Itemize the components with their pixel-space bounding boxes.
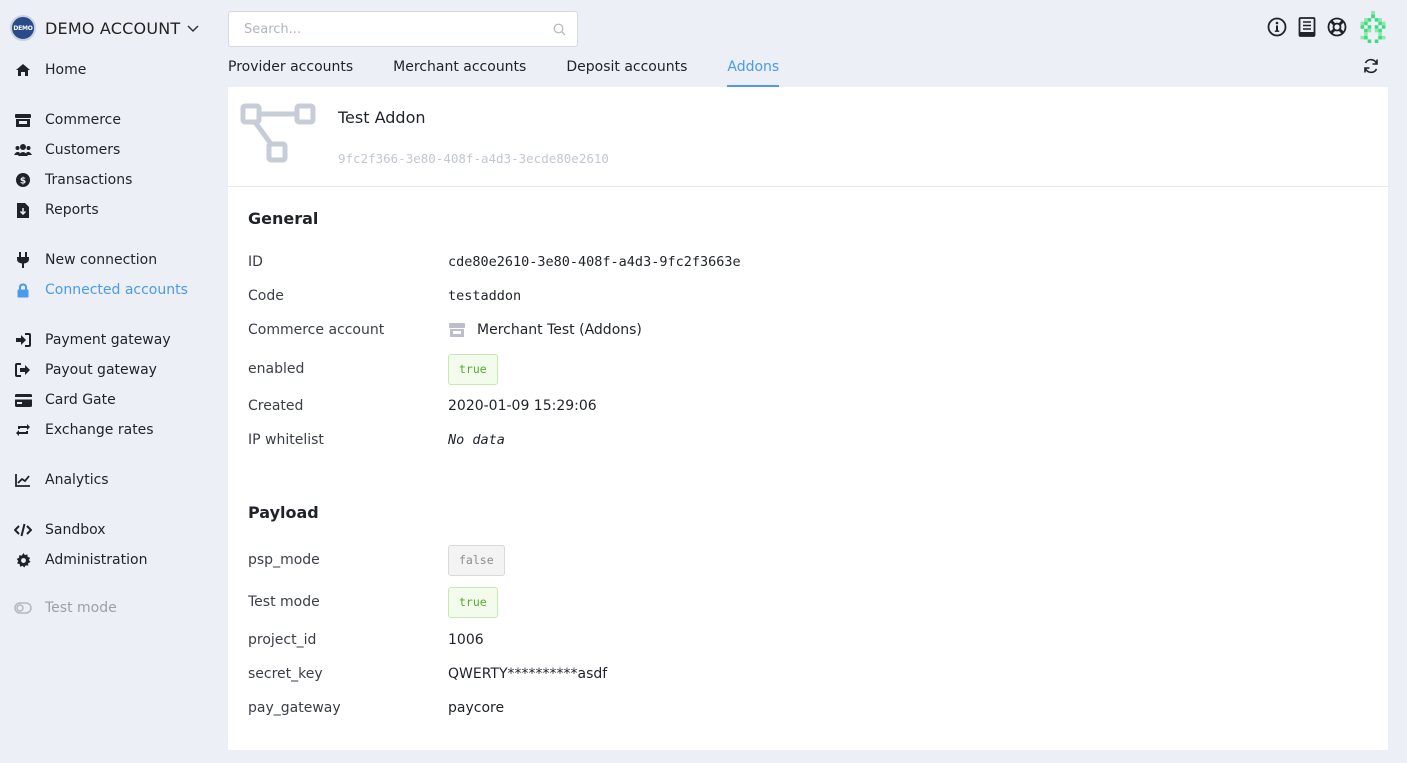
info-icon[interactable] <box>1266 16 1288 38</box>
field-value: cde80e2610-3e80-408f-a4d3-9fc2f3663e <box>448 254 741 270</box>
field-value: QWERTY**********asdf <box>448 666 608 682</box>
addon-title: Test Addon <box>338 108 426 127</box>
field-secret-key: secret_key QWERTY**********asdf <box>248 662 1348 686</box>
sidebar-item-analytics[interactable]: Analytics <box>14 469 109 491</box>
gear-icon <box>14 551 32 569</box>
search-icon[interactable] <box>553 23 566 36</box>
dollar-circle-icon: $ <box>14 171 32 189</box>
sign-out-icon <box>14 361 32 379</box>
sidebar-item-customers[interactable]: Customers <box>14 139 120 161</box>
sign-in-icon <box>14 331 32 349</box>
sidebar-item-card-gate[interactable]: Card Gate <box>14 389 116 411</box>
sidebar-item-connected-accounts[interactable]: Connected accounts <box>14 279 188 301</box>
field-label: secret_key <box>248 666 323 682</box>
field-label: pay_gateway <box>248 700 341 716</box>
tab-merchant-accounts[interactable]: Merchant accounts <box>393 57 526 87</box>
top-toolbar <box>1258 11 1389 43</box>
store-icon <box>14 111 32 129</box>
test-mode-badge: true <box>448 586 498 618</box>
chevron-down-icon <box>187 25 199 33</box>
plug-icon <box>14 251 32 269</box>
field-value: paycore <box>448 700 505 716</box>
field-project-id: project_id 1006 <box>248 628 1348 652</box>
field-pay-gateway: pay_gateway paycore <box>248 696 1348 720</box>
enabled-badge: true <box>448 353 498 385</box>
addon-detail-panel: Test Addon 9fc2f366-3e80-408f-a4d3-3ecde… <box>228 87 1388 750</box>
code-icon <box>14 521 32 539</box>
field-label: IP whitelist <box>248 432 324 448</box>
field-value: No data <box>448 432 505 448</box>
sidebar-item-sandbox[interactable]: Sandbox <box>14 519 106 541</box>
field-created: Created 2020-01-09 15:29:06 <box>248 394 1348 418</box>
field-test-mode: Test mode true <box>248 586 1348 618</box>
documentation-icon[interactable] <box>1296 16 1318 38</box>
sidebar-item-exchange-rates[interactable]: Exchange rates <box>14 419 154 441</box>
file-download-icon <box>14 201 32 219</box>
sidebar: DEMO DEMO ACCOUNT Home Commerce Customer… <box>0 0 215 763</box>
sidebar-item-payout-gateway[interactable]: Payout gateway <box>14 359 157 381</box>
sidebar-item-administration[interactable]: Administration <box>14 549 147 571</box>
sidebar-item-reports[interactable]: Reports <box>14 199 99 221</box>
psp-mode-badge: false <box>448 544 505 576</box>
account-logo: DEMO <box>10 15 36 41</box>
exchange-icon <box>14 421 32 439</box>
lock-icon <box>14 281 32 299</box>
sidebar-item-payment-gateway[interactable]: Payment gateway <box>14 329 171 351</box>
sidebar-item-transactions[interactable]: $ Transactions <box>14 169 132 191</box>
field-label: Code <box>248 288 284 304</box>
sidebar-item-test-mode[interactable]: Test mode <box>14 597 117 619</box>
field-commerce-account: Commerce account Merchant Test (Addons) <box>248 318 1348 342</box>
field-value: 2020-01-09 15:29:06 <box>448 398 597 414</box>
commerce-account-name: Merchant Test (Addons) <box>477 322 642 338</box>
tab-deposit-accounts[interactable]: Deposit accounts <box>566 57 687 87</box>
field-code: Code testaddon <box>248 284 1348 308</box>
commerce-account-link[interactable]: Merchant Test (Addons) <box>448 322 642 338</box>
addon-uuid: 9fc2f366-3e80-408f-a4d3-3ecde80e2610 <box>338 151 609 166</box>
account-name: DEMO ACCOUNT <box>45 18 181 38</box>
toggle-off-icon <box>14 599 32 617</box>
tab-provider-accounts[interactable]: Provider accounts <box>228 57 353 87</box>
field-value: testaddon <box>448 288 522 304</box>
addon-header: Test Addon 9fc2f366-3e80-408f-a4d3-3ecde… <box>228 87 1388 187</box>
field-label: Commerce account <box>248 322 385 338</box>
home-icon <box>14 61 32 79</box>
support-icon[interactable] <box>1326 16 1348 38</box>
refresh-icon[interactable] <box>1362 57 1380 75</box>
field-psp-mode: psp_mode false <box>248 544 1348 576</box>
field-label: Created <box>248 398 304 414</box>
account-switcher[interactable]: DEMO DEMO ACCOUNT <box>10 14 200 42</box>
chart-line-icon <box>14 471 32 489</box>
field-label: Test mode <box>248 594 320 610</box>
field-ip-whitelist: IP whitelist No data <box>248 428 1348 452</box>
svg-text:$: $ <box>20 177 26 187</box>
field-value: 1006 <box>448 632 484 648</box>
sidebar-item-commerce[interactable]: Commerce <box>14 109 121 131</box>
store-icon <box>449 323 465 337</box>
field-label: project_id <box>248 632 317 648</box>
field-label: psp_mode <box>248 552 320 568</box>
payload-section-title: Payload <box>248 503 319 522</box>
field-id: ID cde80e2610-3e80-408f-a4d3-9fc2f3663e <box>248 250 1348 274</box>
account-tabs: Provider accounts Merchant accounts Depo… <box>228 57 819 87</box>
credit-card-icon <box>14 391 32 409</box>
search-input[interactable] <box>229 12 529 46</box>
user-avatar[interactable] <box>1357 11 1389 43</box>
tab-addons[interactable]: Addons <box>727 57 780 87</box>
sidebar-item-new-connection[interactable]: New connection <box>14 249 157 271</box>
users-icon <box>14 141 32 159</box>
field-label: enabled <box>248 361 305 377</box>
field-label: ID <box>248 254 263 270</box>
general-section-title: General <box>248 209 319 228</box>
search-box <box>228 11 578 47</box>
sidebar-item-home[interactable]: Home <box>14 59 86 81</box>
field-enabled: enabled true <box>248 353 1348 385</box>
addon-network-icon <box>240 103 316 163</box>
